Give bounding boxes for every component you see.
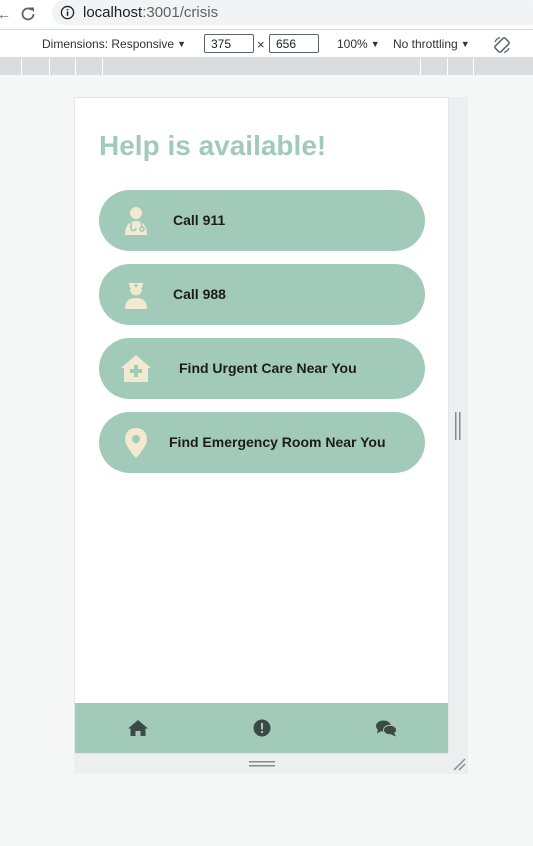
call-988-button[interactable]: Call 988	[99, 264, 425, 325]
resize-handle-bottom-icon[interactable]	[249, 760, 275, 768]
url-path: :3001/crisis	[142, 4, 219, 21]
resize-handle-corner-icon[interactable]	[452, 757, 466, 771]
throttling-label: No throttling	[393, 37, 458, 51]
rotate-icon[interactable]	[492, 35, 512, 55]
alert-icon[interactable]	[251, 718, 273, 738]
ruler-divider	[102, 58, 103, 75]
find-urgent-care-label: Find Urgent Care Near You	[179, 360, 357, 376]
ruler-divider	[473, 58, 474, 75]
reload-icon[interactable]	[18, 4, 38, 24]
clinic-icon	[121, 355, 151, 382]
throttling-dropdown[interactable]: No throttling ▼	[393, 37, 470, 51]
address-bar[interactable]: localhost:3001/crisis	[52, 0, 533, 25]
call-911-label: Call 911	[173, 212, 226, 228]
dropdown-arrow-icon: ▼	[177, 39, 186, 49]
browser-toolbar: ← localhost:3001/crisis	[0, 0, 533, 30]
ruler-divider	[420, 58, 421, 75]
site-info-icon[interactable]	[60, 5, 75, 20]
call-988-label: Call 988	[173, 286, 226, 302]
dropdown-arrow-icon: ▼	[370, 39, 380, 49]
dimensions-dropdown[interactable]: Dimensions: Responsive ▼	[42, 37, 186, 51]
bottom-nav	[75, 703, 448, 753]
ruler-divider	[49, 58, 50, 75]
home-icon[interactable]	[127, 718, 149, 738]
nurse-icon	[125, 283, 147, 309]
device-toolbar: Dimensions: Responsive▼ × 100%▼ No throt…	[0, 30, 533, 58]
dimensions-label: Dimensions: Responsive	[42, 37, 175, 51]
url-text: localhost:3001/crisis	[83, 4, 218, 21]
times-symbol: ×	[257, 37, 265, 52]
height-input[interactable]	[269, 34, 319, 53]
dropdown-arrow-icon: ▼	[460, 39, 470, 49]
zoom-label: 100%	[337, 37, 368, 51]
url-host: localhost	[83, 4, 143, 21]
ruler-divider	[75, 58, 76, 75]
ruler-divider	[21, 58, 22, 75]
resize-handle-right-icon[interactable]	[455, 412, 461, 440]
zoom-dropdown[interactable]: 100% ▼	[337, 37, 380, 51]
chat-icon[interactable]	[375, 718, 397, 738]
find-urgent-care-button[interactable]: Find Urgent Care Near You	[99, 338, 425, 399]
call-911-button[interactable]: Call 911	[99, 190, 425, 251]
back-arrow-icon[interactable]: ←	[0, 6, 11, 22]
doctor-icon	[125, 207, 147, 235]
location-pin-icon	[125, 428, 147, 458]
find-emergency-room-button[interactable]: Find Emergency Room Near You	[99, 412, 425, 473]
find-emergency-room-label: Find Emergency Room Near You	[169, 434, 386, 450]
width-input[interactable]	[204, 34, 254, 53]
page-title: Help is available!	[99, 130, 327, 161]
app-viewport: Help is available! Call 911 Call 988 Fin…	[74, 97, 449, 754]
media-query-ruler[interactable]	[0, 58, 533, 75]
ruler-divider	[447, 58, 448, 75]
